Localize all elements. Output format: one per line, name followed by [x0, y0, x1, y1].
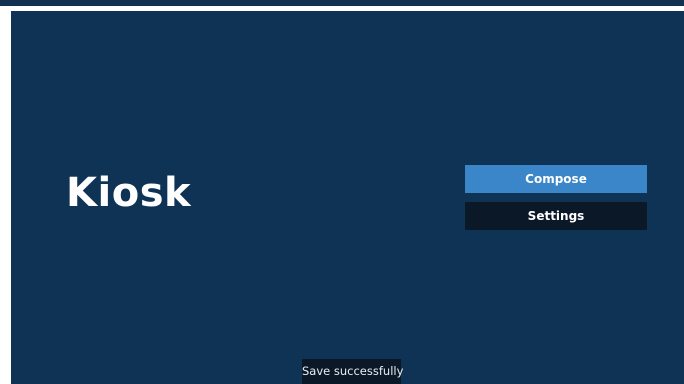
toast-message: Save successfully [302, 359, 403, 384]
kiosk-screen: Kiosk Compose Settings Save successfully [11, 11, 684, 384]
compose-button[interactable]: Compose [465, 165, 647, 193]
page-title: Kiosk [66, 170, 192, 216]
top-bar [0, 0, 684, 6]
settings-button[interactable]: Settings [465, 202, 647, 230]
